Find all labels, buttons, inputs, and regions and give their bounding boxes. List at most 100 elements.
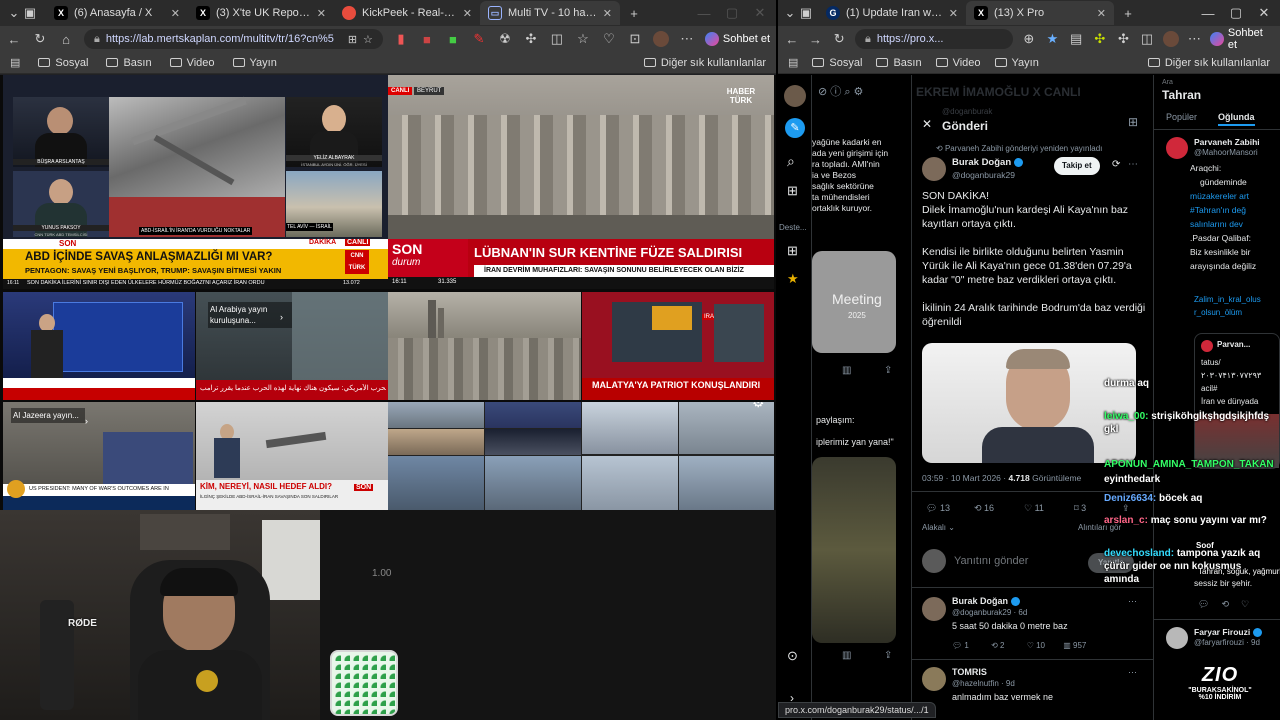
close-window-icon[interactable]: ✕ [1256,5,1272,21]
extension-1-icon[interactable]: ▤ [1068,31,1084,47]
extension-4-icon[interactable]: ✎ [471,31,487,47]
user-avatar[interactable] [1166,627,1188,649]
sidebar-toggle-icon[interactable]: ▤ [10,56,20,69]
user-name[interactable]: Parvaneh Zabihi [1194,137,1260,147]
related-toggle[interactable]: Alakalı ⌄ [922,523,955,532]
haberturk-stream[interactable]: CANLI BEYRUT HABER TÜRK SON durum LÜBNAN… [388,75,774,289]
home-icon[interactable]: ⌂ [58,32,74,47]
author-name-row[interactable]: Burak Doğan [952,157,1023,168]
close-icon[interactable]: ✕ [171,7,180,20]
bookmark-folder-sosyal[interactable]: Sosyal [38,57,88,69]
more-icon[interactable]: ⋯ [679,31,695,47]
cnn-turk-stream[interactable]: BÜŞRA ARSLANTAŞ ABD-İSRAİL'İN İRAN'DA VU… [3,75,388,289]
split-screen-icon[interactable]: ◫ [1139,31,1155,47]
downloads-icon[interactable]: ⊡ [627,31,643,47]
tab-actions-icon[interactable]: ⌄ [782,5,798,21]
aljazeera-stream[interactable]: Al Jazeera yayın... › US PRESIDENT: MANY… [3,402,195,510]
like-action[interactable]: ♡ 11 [1024,503,1044,514]
minimize-icon[interactable]: — [696,6,712,21]
alarabiya-stream[interactable]: Al Arabiya yayın kuruluşuna... › وزير ال… [196,292,388,400]
close-icon[interactable]: ✕ [922,117,932,131]
close-icon[interactable]: ✕ [463,7,472,20]
heart-icon[interactable]: ♡ [1241,599,1249,609]
right-tab-2[interactable]: X (13) X Pro ✕ [966,1,1114,25]
close-window-icon[interactable]: ✕ [752,5,768,21]
bookmark-folder-video[interactable]: Video [935,57,981,69]
extension-1-icon[interactable]: ▮ [393,31,409,47]
maximize-icon[interactable]: ▢ [724,5,740,21]
post-image[interactable] [922,343,1136,463]
repost-icon[interactable]: ⟲ [991,641,1000,650]
chevron-right-icon[interactable]: › [280,312,283,322]
favorite-star-icon[interactable]: ★ [1045,31,1061,47]
more-options-icon[interactable]: ⋯ [1128,667,1137,678]
reply-avatar[interactable] [922,667,946,691]
share-icon[interactable]: ⇪ [884,650,892,661]
grok-icon[interactable]: ⟳ [1112,159,1120,170]
close-icon[interactable]: ✕ [317,7,326,20]
bookmark-folder-yayin[interactable]: Yayın [232,57,277,69]
compose-post-icon[interactable]: ✎ [785,118,805,138]
reply-icon[interactable]: 💬︎ [1198,599,1209,609]
author-avatar[interactable] [922,157,946,181]
extension-5-icon[interactable]: ☢ [497,31,513,47]
left-tab-3[interactable]: KickPeek - Real-time URL Cra ✕ [334,1,480,25]
reply-input[interactable]: Yanıtını gönder [954,555,1028,567]
share-icon[interactable]: ⇪ [1122,503,1130,514]
hashtag-link[interactable]: Zalim_in_kral_olus r_olsun_ölüm [1194,293,1274,319]
collections-icon[interactable]: ♡ [601,31,617,47]
left-tab-2[interactable]: X (3) X'te UK Report: "8KUSU... — A ✕ [188,1,334,25]
new-tab-icon[interactable]: + [626,6,642,21]
favorites-icon[interactable]: ☆ [575,31,591,47]
bookmark-folder-basin[interactable]: Basın [876,57,922,69]
reload-icon[interactable]: ↻ [831,31,847,47]
tab-actions-icon[interactable]: ⌄ [6,5,22,21]
heart-icon[interactable]: ♡ [1027,641,1036,650]
more-options-icon[interactable]: ⊙ [787,648,798,664]
add-column-icon[interactable]: ⊞ [1128,115,1138,129]
analytics-icon[interactable]: ▥ [842,365,851,376]
back-icon[interactable]: ← [784,32,800,47]
bookmark-folder-basin[interactable]: Basın [106,57,152,69]
quoted-post[interactable]: Parvan... tatus/ ۲۰۳۰۷۴۱۳۰۷۷۲۹۳ acil# İr… [1194,333,1280,469]
settings-gear-icon[interactable]: ⚙ [752,402,765,411]
close-icon[interactable]: ✕ [949,7,958,20]
right-tab-1[interactable]: G (1) Update Iran war live: Tehran v ✕ [818,1,966,25]
extension-3-icon[interactable]: ■ [445,32,461,47]
profile-avatar-icon[interactable] [652,31,669,47]
more-options-icon[interactable]: ⋯ [1128,596,1137,607]
repost-icon[interactable]: ⟲ [1221,599,1229,609]
extension-2-icon[interactable]: ■ [419,32,435,47]
left-tab-1[interactable]: X (6) Anasayfa / X ✕ [46,1,188,25]
search-icon[interactable]: ⌕ [787,153,795,170]
extension-2-icon[interactable]: ✣ [1092,31,1108,47]
bookmark-folder-yayin[interactable]: Yayın [994,57,1039,69]
copilot-button[interactable]: Sohbet et [704,32,770,46]
chevron-right-icon[interactable]: › [85,416,88,426]
bookmark-action[interactable]: ⌑ 3 [1074,503,1086,514]
bookmarks-star-icon[interactable]: ★ [787,271,799,287]
reply-author[interactable]: Burak Doğan [952,596,1020,607]
reply-avatar[interactable] [922,597,946,621]
tab-latest[interactable]: Oğlunda [1218,112,1255,126]
workspaces-icon[interactable]: ▣ [22,5,38,21]
city-skyline-stream[interactable] [388,292,581,400]
back-icon[interactable]: ← [6,32,22,47]
sidebar-toggle-icon[interactable]: ▤ [788,56,798,69]
analytics-icon[interactable]: ▥ [1063,641,1073,650]
profile-avatar-icon[interactable] [1162,31,1179,47]
other-bookmarks[interactable]: Diğer sık kullanılanlar [1147,57,1270,69]
column-filter-icon[interactable]: ⊘ ⓘ ⌕ ⚙ [818,83,863,99]
analytics-icon[interactable]: ▥ [842,650,851,661]
bookmark-folder-video[interactable]: Video [169,57,215,69]
reply-author[interactable]: TOMRIS [952,667,987,677]
add-column-icon[interactable]: ⊞ [787,183,798,199]
lists-icon[interactable]: ⊞ [787,243,798,259]
follow-button[interactable]: Takip et [1054,157,1100,175]
share-icon[interactable]: ⇪ [884,365,892,376]
zoom-icon[interactable]: ⊕ [1021,31,1037,47]
repost-action[interactable]: ⟲ 16 [974,503,994,514]
split-screen-icon[interactable]: ◫ [549,31,565,47]
reply-icon[interactable]: 💬︎ [952,641,964,650]
studio-stream-4[interactable] [3,292,195,400]
